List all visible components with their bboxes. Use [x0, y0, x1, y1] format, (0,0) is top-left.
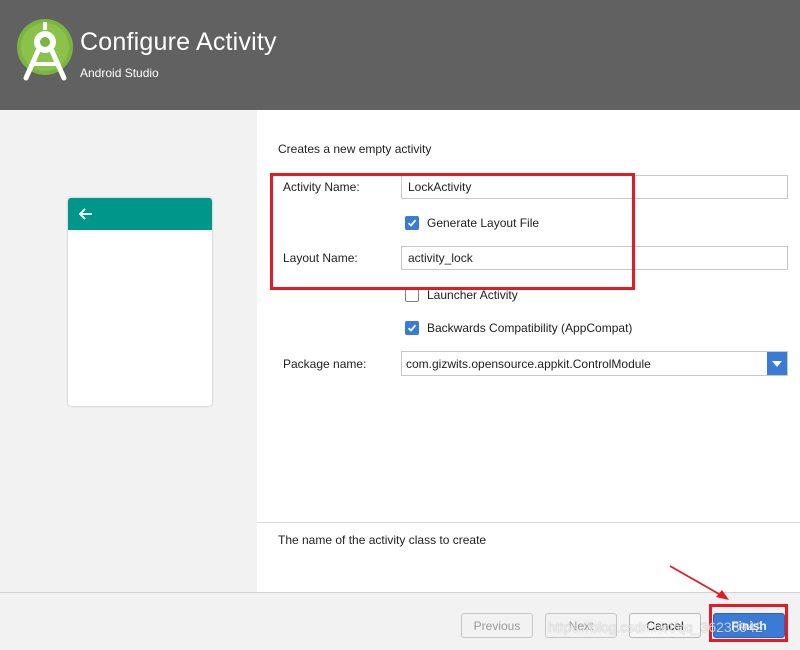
page-subtitle: Android Studio	[80, 66, 159, 80]
page-title: Configure Activity	[80, 28, 277, 56]
cancel-button[interactable]: Cancel	[629, 613, 701, 638]
backwards-compat-checkbox[interactable]: Backwards Compatibility (AppCompat)	[405, 320, 632, 336]
arrow-left-icon	[78, 208, 92, 220]
android-studio-logo-icon	[17, 19, 73, 81]
activity-name-input[interactable]	[401, 175, 788, 199]
activity-preview	[68, 198, 212, 406]
package-name-value: com.gizwits.opensource.appkit.ControlMod…	[406, 357, 651, 371]
chevron-down-icon	[772, 360, 782, 367]
hint-separator	[257, 522, 800, 523]
launcher-activity-label: Launcher Activity	[427, 288, 518, 302]
package-name-select[interactable]: com.gizwits.opensource.appkit.ControlMod…	[401, 351, 788, 376]
layout-name-input[interactable]	[401, 246, 788, 270]
generate-layout-label: Generate Layout File	[427, 216, 540, 230]
generate-layout-checkbox[interactable]: Generate Layout File	[405, 215, 539, 231]
previous-button[interactable]: Previous	[461, 613, 533, 638]
layout-name-label: Layout Name:	[283, 251, 358, 265]
checkbox-checked-icon[interactable]	[405, 321, 419, 335]
field-hint: The name of the activity class to create	[278, 533, 487, 547]
launcher-activity-checkbox[interactable]: Launcher Activity	[405, 287, 518, 303]
activity-description: Creates a new empty activity	[278, 142, 432, 156]
finish-button[interactable]: Finish	[713, 613, 785, 638]
checkbox-unchecked-icon[interactable]	[405, 288, 419, 302]
next-button[interactable]: Next	[545, 613, 617, 638]
activity-name-label: Activity Name:	[283, 180, 360, 194]
dropdown-arrow-button[interactable]	[767, 352, 787, 375]
checkbox-checked-icon[interactable]	[405, 216, 419, 230]
package-name-label: Package name:	[283, 357, 367, 371]
wizard-header: Configure Activity Android Studio	[0, 0, 800, 110]
backwards-compat-label: Backwards Compatibility (AppCompat)	[427, 321, 633, 335]
preview-app-bar	[68, 198, 212, 230]
